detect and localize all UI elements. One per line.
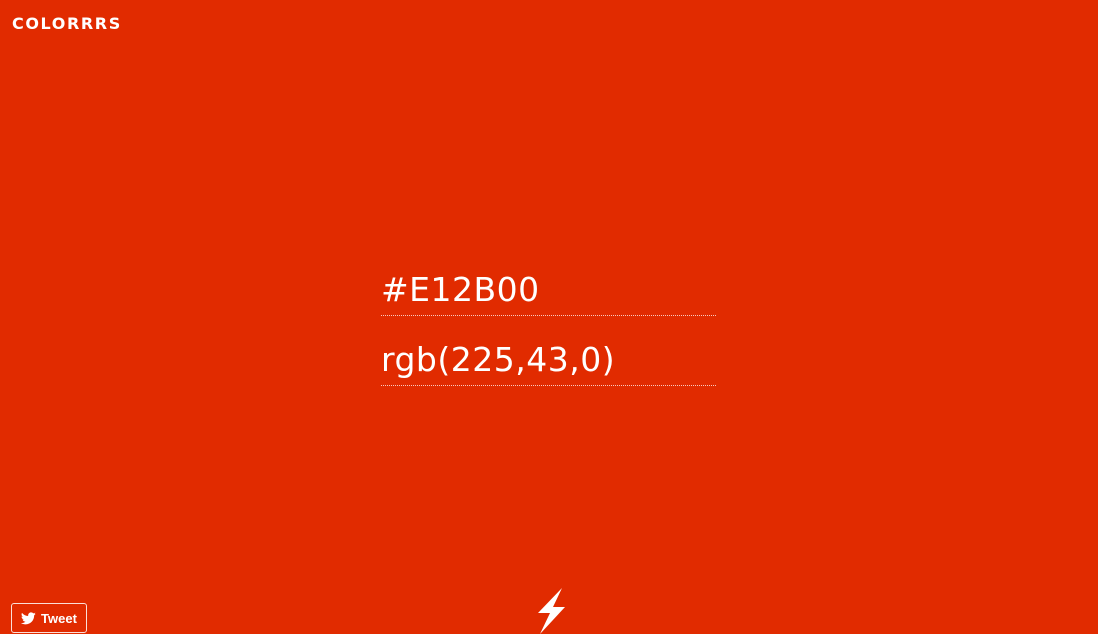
- color-values-panel: [381, 264, 716, 386]
- tweet-button-label: Tweet: [41, 610, 77, 626]
- hex-color-input[interactable]: [381, 264, 716, 316]
- logo-link[interactable]: COLORRRS: [12, 14, 122, 34]
- lightning-bolt-icon[interactable]: [534, 588, 568, 634]
- rgb-color-input[interactable]: [381, 334, 716, 386]
- tweet-button[interactable]: Tweet: [11, 603, 87, 633]
- twitter-bird-icon: [21, 611, 36, 625]
